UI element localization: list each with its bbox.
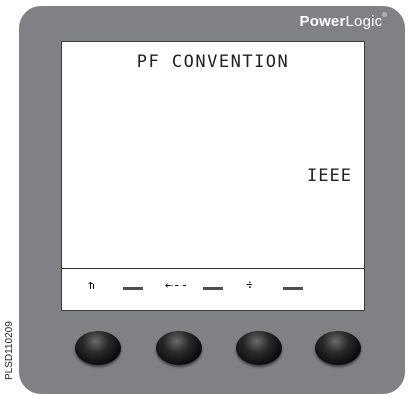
softkey-button-4[interactable] [315, 331, 361, 365]
softkey-button-1[interactable] [75, 331, 121, 365]
brand-logo: PowerLogic® [299, 13, 387, 30]
bezel-tick [283, 287, 303, 290]
softkey-pointer-3 [248, 279, 258, 286]
softkey-pointer-2 [166, 279, 176, 286]
image-code-label: PLSD110209 [4, 321, 15, 380]
lcd-display: PF CONVENTION IEEE ⇈ ←-- ÷ [61, 41, 365, 311]
softkey-pointer-1 [90, 279, 100, 286]
bezel-tick [123, 287, 143, 290]
meter-bezel: PowerLogic® PF CONVENTION IEEE ⇈ ←-- ÷ [19, 6, 405, 394]
setting-value: IEEE [307, 166, 352, 186]
softkey-button-2[interactable] [156, 331, 202, 365]
bezel-tick [203, 287, 223, 290]
softkey-pointer-4 [328, 279, 338, 286]
softkey-divider [62, 268, 364, 269]
softkey-button-3[interactable] [236, 331, 282, 365]
screen-title: PF CONVENTION [136, 52, 290, 72]
